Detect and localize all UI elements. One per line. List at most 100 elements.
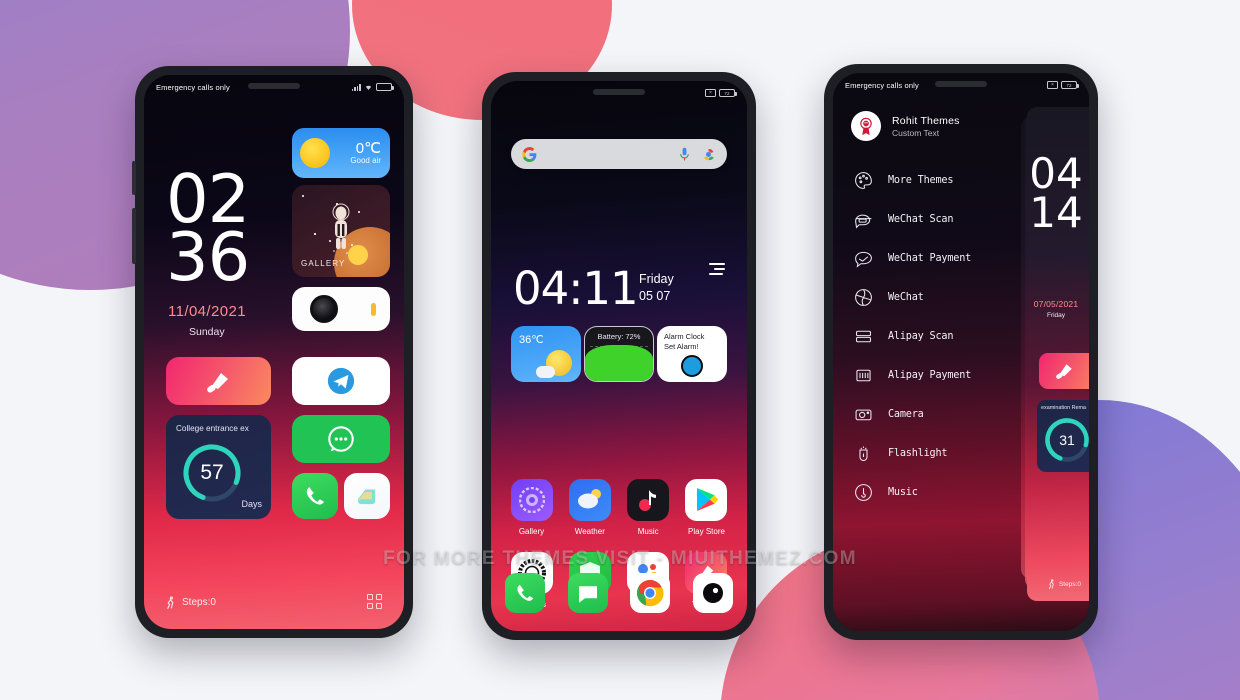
phone1-carrier-label: Emergency calls only bbox=[156, 82, 230, 92]
microphone-icon[interactable] bbox=[679, 147, 690, 162]
phone2-alarm-line1: Alarm Clock bbox=[664, 332, 705, 341]
music-note-icon bbox=[851, 481, 875, 505]
telegram-icon bbox=[327, 367, 355, 395]
phone1-steps-counter[interactable]: Steps:0 bbox=[166, 596, 216, 609]
phone1-date: 11/04/2021 bbox=[168, 303, 246, 320]
phone1-screen: Emergency calls only 02 36 11/04/2021 Su… bbox=[144, 75, 404, 629]
alipay-scan-icon bbox=[851, 325, 875, 349]
drawer-item-label: Alipay Scan bbox=[888, 331, 954, 342]
no-sim-icon: × bbox=[705, 89, 716, 97]
google-g-icon bbox=[522, 146, 537, 162]
music-icon bbox=[627, 479, 670, 521]
phone3-drawer: Rohit Themes Custom Text More Themes WeC… bbox=[833, 111, 1023, 512]
sun-icon bbox=[300, 138, 330, 168]
chat-payment-icon bbox=[851, 247, 875, 271]
drawer-item-flashlight[interactable]: Flashlight bbox=[851, 434, 1023, 473]
app-drawer-grid-icon[interactable] bbox=[367, 594, 382, 609]
scan-icon bbox=[851, 208, 875, 232]
app-label: Music bbox=[637, 527, 659, 536]
phone1-exam-value: 57 bbox=[200, 461, 224, 484]
drawer-item-music[interactable]: Music bbox=[851, 473, 1023, 512]
phone-mockup-homescreen: × 72 04:11 Friday 05 07 36℃ Battery: 72%… bbox=[482, 72, 756, 640]
phone3-exam-value: 31 bbox=[1059, 432, 1075, 448]
google-search-bar[interactable] bbox=[511, 139, 727, 169]
battery-icon: 72 bbox=[1061, 81, 1079, 89]
phone3-themes-tile[interactable] bbox=[1039, 353, 1089, 389]
phone1-status-bar: Emergency calls only bbox=[144, 75, 404, 99]
drawer-profile-header[interactable]: Rohit Themes Custom Text bbox=[851, 111, 1023, 141]
drawer-item-wechat-payment[interactable]: WeChat Payment bbox=[851, 239, 1023, 278]
dock-messages-icon[interactable] bbox=[567, 573, 608, 613]
dock-camera-icon[interactable] bbox=[692, 573, 733, 613]
alipay-payment-icon bbox=[851, 364, 875, 388]
phone1-status-icons bbox=[351, 83, 394, 91]
drawer-item-wechat-scan[interactable]: WeChat Scan bbox=[851, 200, 1023, 239]
app-play-store[interactable]: Play Store bbox=[680, 479, 733, 536]
phone1-telegram-tile[interactable] bbox=[292, 357, 390, 405]
phone-handset-icon bbox=[306, 487, 324, 505]
palette-icon bbox=[851, 169, 875, 193]
battery-icon bbox=[376, 83, 394, 91]
drawer-item-label: Flashlight bbox=[888, 448, 948, 459]
drawer-item-alipay-payment[interactable]: Alipay Payment bbox=[851, 356, 1023, 395]
camera-lens-icon bbox=[310, 295, 338, 323]
phone3-steps-counter[interactable]: Steps:0 bbox=[1048, 579, 1081, 589]
app-label: Gallery bbox=[518, 527, 545, 536]
drawer-item-more-themes[interactable]: More Themes bbox=[851, 161, 1023, 200]
phone1-gallery-widget[interactable]: GALLERY bbox=[292, 185, 390, 277]
app-gallery[interactable]: Gallery bbox=[505, 479, 558, 536]
phone3-screen: Emergency calls only × 72 04 14 07/05/20… bbox=[833, 73, 1089, 631]
phone1-steps-label: Steps:0 bbox=[182, 597, 216, 608]
dock-chrome-icon[interactable] bbox=[630, 573, 671, 613]
phone2-weather-widget[interactable]: 36℃ bbox=[511, 326, 581, 382]
drawer-item-wechat[interactable]: WeChat bbox=[851, 278, 1023, 317]
signal-bars-icon bbox=[351, 83, 361, 91]
phone2-status-icons: × 72 bbox=[705, 89, 737, 97]
phone2-battery-widget[interactable]: Battery: 72% bbox=[584, 326, 654, 382]
hamburger-menu-icon[interactable] bbox=[709, 263, 725, 278]
phone1-weather-widget[interactable]: 0℃ Good air bbox=[292, 128, 390, 178]
phone2-status-bar: × 72 bbox=[491, 81, 747, 105]
phone1-exam-countdown-widget[interactable]: College entrance ex 57 Days bbox=[166, 415, 271, 519]
star-icon bbox=[314, 233, 316, 235]
phone1-volume-button[interactable] bbox=[132, 161, 136, 195]
drawer-item-label: More Themes bbox=[888, 175, 954, 186]
phone2-widget-row: 36℃ Battery: 72% Alarm Clock Set Alarm! bbox=[511, 326, 727, 382]
phone2-app-row-1: Gallery Weather Music Play Store bbox=[505, 479, 733, 536]
play-store-icon bbox=[685, 479, 728, 521]
phone2-alarm-widget[interactable]: Alarm Clock Set Alarm! bbox=[657, 326, 727, 382]
drawer-item-label: WeChat Scan bbox=[888, 214, 954, 225]
phone1-power-button[interactable] bbox=[132, 208, 136, 264]
flashlight-icon bbox=[851, 442, 875, 466]
phone1-phone-tile[interactable] bbox=[292, 473, 338, 519]
phone3-exam-countdown-widget[interactable]: examination Rema 31 Day bbox=[1037, 400, 1089, 472]
phone2-clock: 04:11 bbox=[513, 262, 639, 315]
phone-mockup-lockscreen: Emergency calls only 02 36 11/04/2021 Su… bbox=[132, 66, 413, 638]
walking-person-icon bbox=[1048, 579, 1054, 589]
dock-phone-icon[interactable] bbox=[505, 573, 545, 613]
phone2-alarm-line2: Set Alarm! bbox=[664, 342, 699, 351]
whatsapp-icon bbox=[328, 426, 354, 452]
ribbon-badge-icon bbox=[851, 111, 881, 141]
drawer-item-camera[interactable]: Camera bbox=[851, 395, 1023, 434]
app-music[interactable]: Music bbox=[622, 479, 675, 536]
phone3-carrier-label: Emergency calls only bbox=[845, 80, 919, 90]
camera-chip-indicator bbox=[371, 302, 376, 316]
phone3-status-icons: × 72 bbox=[1047, 81, 1079, 89]
google-lens-icon[interactable] bbox=[701, 147, 716, 162]
drawer-item-label: Music bbox=[888, 487, 918, 498]
phone1-whatsapp-tile[interactable] bbox=[292, 415, 390, 463]
phone1-camera-widget[interactable] bbox=[292, 287, 390, 331]
app-weather[interactable]: Weather bbox=[563, 479, 616, 536]
phone3-exam-title: examination Rema bbox=[1041, 405, 1086, 411]
phone1-files-tile[interactable] bbox=[344, 473, 390, 519]
drawer-item-alipay-scan[interactable]: Alipay Scan bbox=[851, 317, 1023, 356]
app-label: Play Store bbox=[688, 527, 725, 536]
phone2-day: Friday bbox=[639, 272, 674, 286]
phone1-exam-ring: 57 bbox=[180, 441, 244, 505]
weather-icon bbox=[568, 479, 611, 521]
phone1-weather-text: 0℃ Good air bbox=[350, 140, 381, 165]
battery-icon: 72 bbox=[719, 89, 737, 97]
phone1-themes-tile[interactable] bbox=[166, 357, 271, 405]
themes-icon bbox=[207, 373, 228, 393]
